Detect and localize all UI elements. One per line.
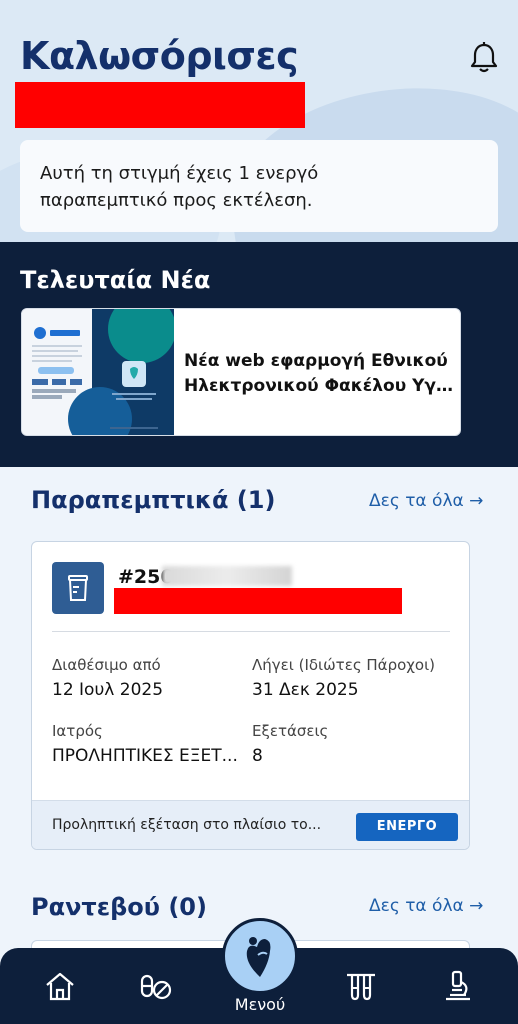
referral-type-icon <box>52 562 104 614</box>
available-label: Διαθέσιμο από <box>52 656 161 674</box>
home-icon[interactable] <box>42 968 78 1004</box>
appointments-see-all-link[interactable]: Δες τα όλα → <box>369 896 483 916</box>
referrals-title: Παραπεμπτικά (1) <box>31 486 276 514</box>
referral-description: Προληπτική εξέταση στο πλαίσιο το... <box>52 817 322 833</box>
exams-value: 8 <box>252 746 263 766</box>
news-thumbnail-image <box>22 309 174 435</box>
redacted-name <box>15 82 305 128</box>
blurred-number <box>162 566 292 586</box>
menu-heart-icon <box>246 937 271 977</box>
bell-icon[interactable] <box>466 40 502 76</box>
active-referral-notice: Αυτή τη στιγμή έχεις 1 ενεργό παραπεμπτι… <box>20 140 498 232</box>
referral-card[interactable]: #250 Διαθέσιμο από 12 Ιουλ 2025 Λήγει (Ι… <box>31 541 470 850</box>
notice-line-1: Αυτή τη στιγμή έχεις 1 ενεργό <box>40 163 319 184</box>
news-section: Τελευταία Νέα Νέα web εφαρμογή Εθνικού Η… <box>0 242 518 467</box>
news-headline: Νέα web εφαρμογή Εθνικού Ηλεκτρονικού Φα… <box>184 351 454 396</box>
doctor-label: Ιατρός <box>52 722 103 740</box>
referrals-see-all-link[interactable]: Δες τα όλα → <box>369 491 483 511</box>
microscope-icon[interactable] <box>440 968 476 1004</box>
menu-label: Μενού <box>234 995 286 1014</box>
notice-line-2: παραπεμπτικό προς εκτέλεση. <box>40 190 313 211</box>
news-card[interactable]: Νέα web εφαρμογή Εθνικού Ηλεκτρονικού Φα… <box>21 308 461 436</box>
divider <box>52 631 450 632</box>
greeting-title: Καλωσόρισες <box>20 34 299 78</box>
test-tubes-icon[interactable] <box>343 968 379 1004</box>
appointments-title: Ραντεβού (0) <box>31 893 207 921</box>
pills-icon[interactable] <box>138 968 174 1004</box>
status-badge: ΕΝΕΡΓΟ <box>356 813 458 841</box>
available-value: 12 Ιουλ 2025 <box>52 680 164 700</box>
expires-label: Λήγει (Ιδιώτες Πάροχοι) <box>252 656 436 674</box>
expires-value: 31 Δεκ 2025 <box>252 680 359 700</box>
redacted-details <box>114 588 402 614</box>
referral-footer: Προληπτική εξέταση στο πλαίσιο το... ΕΝΕ… <box>32 800 469 849</box>
news-title: Τελευταία Νέα <box>20 266 211 294</box>
doctor-value: ΠΡΟΛΗΠΤΙΚΕΣ ΕΞΕΤ... <box>52 746 238 766</box>
exams-label: Εξετάσεις <box>252 722 329 740</box>
menu-button[interactable] <box>222 918 298 994</box>
